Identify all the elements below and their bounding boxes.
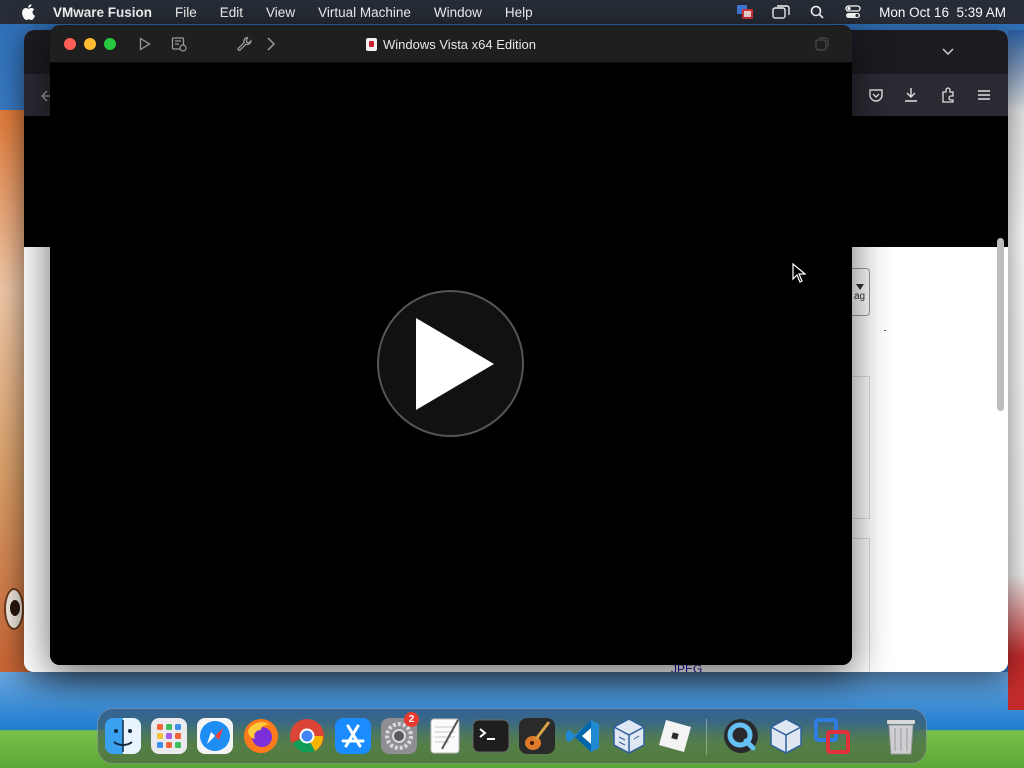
quicktime-icon[interactable] [721, 715, 761, 757]
vscode-icon[interactable] [563, 715, 603, 757]
vmware-vm-window: Windows Vista x64 Edition [50, 25, 852, 665]
menu-file[interactable]: File [175, 5, 197, 20]
menu-edit[interactable]: Edit [220, 5, 243, 20]
vm-title-text: Windows Vista x64 Edition [383, 36, 536, 52]
menu-bar: VMware Fusion File Edit View Virtual Mac… [0, 0, 1024, 24]
screen-share-icon[interactable] [735, 3, 755, 21]
safari-icon[interactable] [195, 715, 235, 757]
launchpad-icon[interactable] [149, 715, 189, 757]
play-triangle-icon [415, 317, 494, 410]
vm-display-icon[interactable] [814, 36, 830, 52]
content-panel [852, 538, 870, 672]
menu-window[interactable]: Window [434, 5, 482, 20]
list-all-tabs-chevron-icon[interactable] [938, 42, 958, 62]
minimize-window-button[interactable] [84, 38, 96, 50]
garageband-icon[interactable] [517, 715, 557, 757]
trash-icon[interactable] [881, 715, 921, 757]
virtualbox-vm-icon[interactable] [766, 715, 806, 757]
app-store-icon[interactable] [333, 715, 373, 757]
vm-title-bar[interactable]: Windows Vista x64 Edition [50, 25, 852, 63]
roblox-icon[interactable] [655, 715, 695, 757]
flag-button[interactable]: ag [850, 268, 870, 316]
menu-hamburger-icon[interactable] [974, 85, 994, 105]
power-on-play-button[interactable] [377, 290, 524, 437]
vm-document-icon [366, 37, 378, 51]
dock: 2 [97, 708, 927, 764]
chrome-icon[interactable] [287, 715, 327, 757]
forward-chevron-icon[interactable] [262, 35, 280, 53]
vm-display-area[interactable] [50, 63, 852, 665]
mouse-pointer-icon [792, 263, 806, 283]
settings-wrench-icon[interactable] [236, 35, 254, 53]
vmware-fusion-icon[interactable] [812, 715, 852, 757]
system-settings-icon[interactable]: 2 [379, 712, 419, 757]
maximize-window-button[interactable] [104, 38, 116, 50]
content-panel [852, 376, 870, 519]
menubar-clock[interactable]: Mon Oct 16 5:39 AM [879, 5, 1006, 20]
control-center-icon[interactable] [843, 3, 863, 21]
search-icon[interactable] [807, 3, 827, 21]
wallpaper-character-eye [4, 588, 24, 630]
pocket-icon[interactable] [866, 85, 886, 105]
virtualbox-icon[interactable] [609, 715, 649, 757]
page-dot [884, 330, 886, 331]
finder-icon[interactable] [103, 715, 143, 757]
flag-label: ag [853, 290, 866, 302]
notification-badge: 2 [404, 712, 419, 727]
background-window-edge [1008, 30, 1024, 710]
dock-separator [706, 719, 707, 755]
apple-menu-icon[interactable] [16, 0, 40, 24]
play-icon[interactable] [136, 35, 154, 53]
close-window-button[interactable] [64, 38, 76, 50]
extensions-icon[interactable] [938, 85, 958, 105]
window-mirror-icon[interactable] [771, 3, 791, 21]
menu-virtual-machine[interactable]: Virtual Machine [318, 5, 411, 20]
menu-view[interactable]: View [266, 5, 295, 20]
scrollbar-thumb[interactable] [997, 238, 1004, 411]
firefox-icon[interactable] [241, 715, 281, 757]
menu-help[interactable]: Help [505, 5, 533, 20]
terminal-icon[interactable] [471, 715, 511, 757]
app-name-menu[interactable]: VMware Fusion [53, 5, 152, 20]
download-icon[interactable] [901, 85, 921, 105]
snapshot-icon[interactable] [170, 35, 188, 53]
textedit-icon[interactable] [425, 715, 465, 757]
